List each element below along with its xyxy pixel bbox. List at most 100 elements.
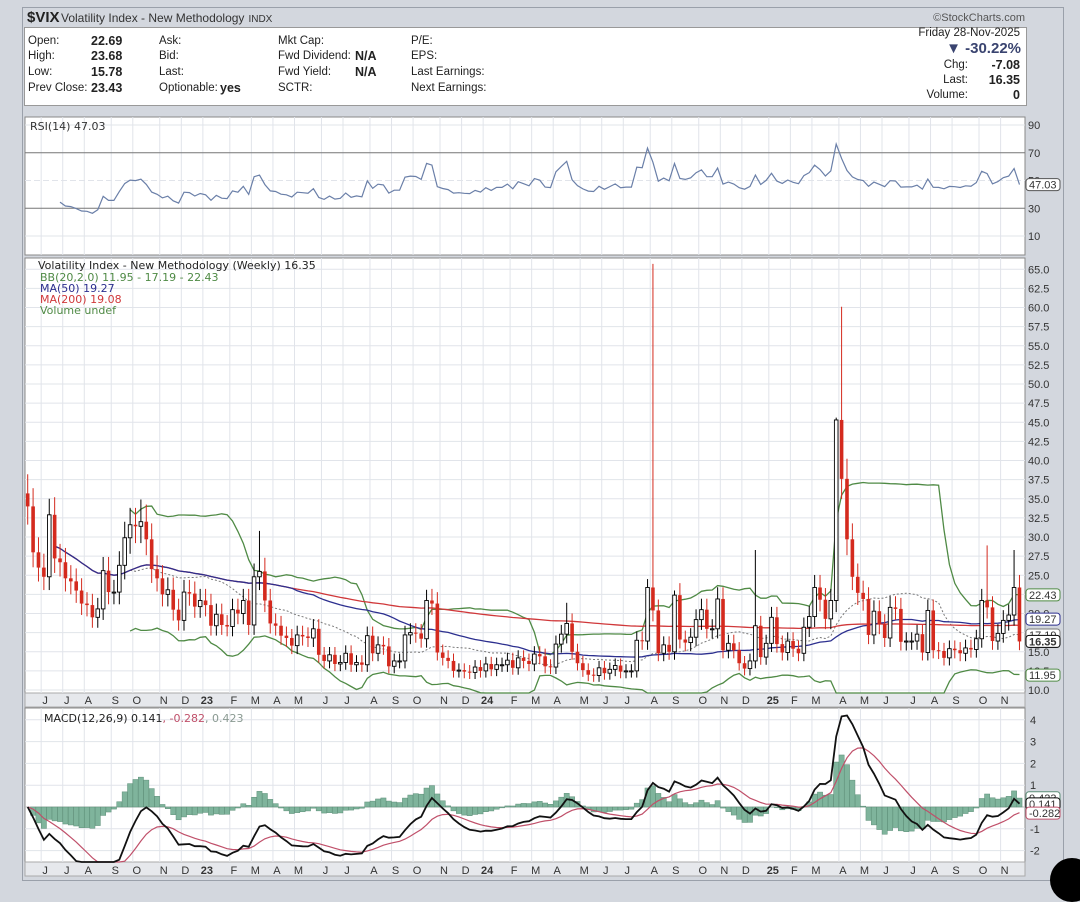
- candle-body: [479, 667, 483, 671]
- macd-histogram-bar: [354, 807, 359, 809]
- macd-histogram-bar: [47, 807, 52, 819]
- macd-histogram-bar: [214, 807, 219, 814]
- macd-histogram-bar: [251, 797, 256, 807]
- candle-body: [225, 625, 229, 627]
- macd-histogram-bar: [138, 777, 143, 807]
- x-tick-label: J: [64, 695, 70, 707]
- x-tick-label: M: [294, 695, 303, 707]
- candle-body: [436, 604, 440, 653]
- candle-body: [263, 571, 267, 600]
- x-tick-label: J: [625, 865, 631, 877]
- macd-legend: MACD(12,26,9) 0.141, -0.282, 0.423: [44, 712, 243, 725]
- candle-body: [754, 626, 758, 661]
- candle-body: [139, 522, 143, 527]
- macd-histogram-bar: [699, 800, 704, 807]
- candle-body: [511, 660, 515, 668]
- macd-histogram-bar: [548, 804, 553, 807]
- candle-body: [646, 587, 650, 641]
- candle-body: [565, 623, 569, 634]
- candle-body: [910, 641, 914, 642]
- x-tick-label: A: [370, 695, 378, 707]
- macd-histogram-bar: [95, 807, 100, 826]
- x-tick-label: J: [323, 865, 329, 877]
- x-tick-label: M: [531, 865, 540, 877]
- candle-body: [85, 604, 89, 606]
- candle-body: [236, 610, 240, 614]
- x-tick-label: F: [511, 695, 518, 707]
- candle-body: [155, 569, 159, 578]
- x-tick-label: A: [839, 865, 847, 877]
- candle-body: [807, 617, 811, 628]
- candle-body: [64, 562, 68, 578]
- price-tag-last: 16.35: [1029, 636, 1057, 648]
- candle-body: [829, 600, 833, 618]
- price-tick-label: 37.5: [1028, 475, 1049, 487]
- x-tick-label: M: [251, 695, 260, 707]
- macd-histogram-bar: [365, 802, 370, 807]
- x-tick-label: J: [625, 695, 631, 707]
- macd-histogram-bar: [667, 802, 672, 807]
- macd-tick-label: -2: [1030, 846, 1040, 858]
- candle-body: [500, 665, 504, 666]
- candle-body: [96, 609, 100, 617]
- candle-body: [904, 641, 908, 642]
- x-tick-label: M: [860, 865, 869, 877]
- candle-body: [824, 600, 828, 619]
- x-tick-label: A: [931, 865, 939, 877]
- macd-histogram-bar: [871, 807, 876, 825]
- candle-body: [403, 635, 407, 661]
- macd-histogram-bar: [683, 803, 688, 807]
- macd-histogram-bar: [149, 789, 154, 807]
- candle-body: [339, 662, 343, 664]
- x-tick-label: J: [883, 865, 889, 877]
- candle-body: [915, 634, 919, 641]
- candle-body: [775, 617, 779, 644]
- candle-body: [128, 525, 132, 538]
- macd-histogram-bar: [74, 807, 79, 826]
- candle-body: [333, 655, 337, 664]
- x-tick-label: J: [42, 695, 48, 707]
- macd-histogram-bar: [165, 807, 170, 809]
- candle-body: [781, 644, 785, 652]
- macd-histogram-bar: [289, 807, 294, 814]
- candle-body: [134, 525, 138, 527]
- macd-histogram-bar: [925, 807, 930, 820]
- candle-body: [495, 665, 499, 670]
- x-tick-label: N: [720, 865, 728, 877]
- macd-histogram-bar: [122, 792, 127, 807]
- macd-histogram-bar: [284, 807, 289, 811]
- candle-body: [678, 595, 682, 639]
- macd-histogram-bar: [451, 807, 456, 811]
- macd-histogram-bar: [128, 784, 133, 807]
- x-tick-label: D: [181, 865, 189, 877]
- macd-histogram-bar: [68, 807, 73, 825]
- candle-body: [931, 610, 935, 650]
- x-tick-label: 23: [201, 695, 213, 707]
- x-tick-label: D: [462, 865, 470, 877]
- macd-histogram-bar: [607, 807, 612, 812]
- candle-body: [457, 670, 461, 671]
- macd-histogram-bar: [397, 803, 402, 807]
- macd-histogram-bar: [52, 807, 57, 821]
- candle-body: [419, 633, 423, 638]
- macd-histogram-bar: [111, 807, 116, 809]
- candle-body: [937, 650, 941, 651]
- candle-body: [161, 578, 165, 594]
- candle-body: [69, 578, 73, 581]
- x-tick-label: J: [344, 695, 350, 707]
- x-tick-label: N: [440, 695, 448, 707]
- x-tick-label: N: [1001, 695, 1009, 707]
- price-tick-label: 57.5: [1028, 322, 1049, 334]
- chart-svg: JJJJAASSOONNDD2323FFMMAAMMJJJJAASSOONNDD…: [0, 0, 1080, 887]
- x-tick-label: J: [910, 695, 916, 707]
- candle-body: [948, 649, 952, 658]
- x-tick-label: O: [413, 865, 422, 877]
- candle-body: [942, 651, 946, 658]
- macd-histogram-bar: [273, 804, 278, 807]
- candle-body: [328, 655, 332, 661]
- macd-histogram-bar: [747, 807, 752, 822]
- candle-body: [58, 558, 62, 562]
- macd-histogram-bar: [720, 807, 725, 808]
- candle-body: [198, 600, 202, 606]
- macd-histogram-bar: [327, 807, 332, 813]
